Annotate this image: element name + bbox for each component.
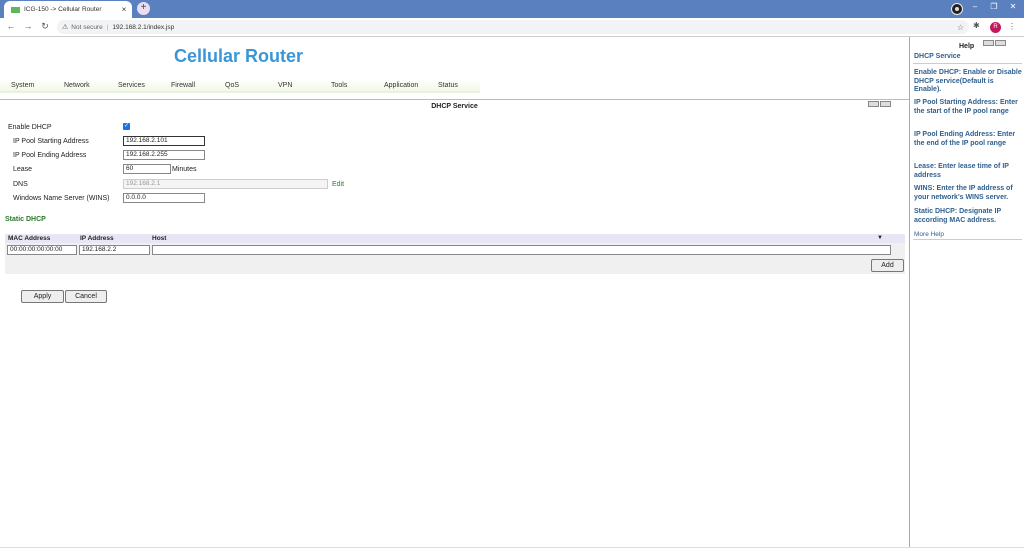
static-mac-input[interactable]: 00:00:00:00:00:00: [7, 245, 77, 255]
omnibox-separator: |: [106, 23, 109, 31]
address-bar: ← → ↻ ⚠ Not secure | 192.168.2.1/index.j…: [0, 18, 1024, 37]
help-title: Help: [959, 43, 975, 50]
close-window-icon[interactable]: ✕: [1004, 2, 1022, 11]
url-omnibox[interactable]: ⚠ Not secure | 192.168.2.1/index.jsp ☆: [57, 20, 969, 34]
content-divider: [0, 99, 909, 100]
help-item-wins: WINS: Enter the IP address of your netwo…: [914, 185, 1013, 201]
new-tab-button[interactable]: +: [137, 2, 150, 15]
th-host: Host: [152, 235, 167, 242]
bookmark-star-icon[interactable]: ☆: [957, 23, 964, 32]
tab-title: ICG-150 -> Cellular Router: [24, 6, 102, 13]
static-dhcp-title: Static DHCP: [5, 216, 46, 223]
enable-dhcp-checkbox[interactable]: ✓: [123, 123, 130, 130]
pool-start-label: IP Pool Starting Address: [13, 138, 89, 145]
panel-minimize-icon[interactable]: [868, 101, 879, 107]
window-bottom-edge: [0, 547, 1024, 554]
menu-firewall[interactable]: Firewall: [171, 82, 195, 89]
browser-tab[interactable]: ICG-150 -> Cellular Router ×: [4, 1, 132, 18]
panel-maximize-icon[interactable]: [880, 101, 891, 107]
wins-label: Windows Name Server (WINS): [13, 195, 110, 202]
apply-button[interactable]: Apply: [21, 290, 64, 303]
router-page: Cellular Router System Network Services …: [0, 37, 909, 547]
help-item-lease: Lease: Enter lease time of IP address: [914, 163, 1009, 179]
lease-input[interactable]: 60: [123, 164, 171, 174]
router-favicon-icon: [11, 6, 20, 13]
th-ip: IP Address: [80, 235, 114, 242]
back-icon[interactable]: ←: [5, 21, 17, 31]
add-button[interactable]: Add: [871, 259, 904, 272]
menu-services[interactable]: Services: [118, 82, 145, 89]
help-separator-bottom: [913, 239, 1022, 240]
help-separator: [913, 63, 1022, 64]
menu-application[interactable]: Application: [384, 82, 418, 89]
pool-end-label: IP Pool Ending Address: [13, 152, 87, 159]
pool-start-input[interactable]: 192.168.2.101: [123, 136, 205, 146]
profile-icon[interactable]: [951, 3, 963, 15]
menu-vpn[interactable]: VPN: [278, 82, 292, 89]
section-title: DHCP Service: [431, 103, 478, 110]
more-help-link[interactable]: More Help: [914, 231, 944, 238]
forward-icon[interactable]: →: [22, 21, 34, 31]
menu-tools[interactable]: Tools: [331, 82, 347, 89]
lease-unit: Minutes: [172, 166, 197, 173]
browser-tab-bar: ICG-150 -> Cellular Router × + – ❐ ✕: [0, 0, 1024, 18]
dns-label: DNS: [13, 181, 28, 188]
restore-icon[interactable]: ❐: [985, 2, 1003, 11]
help-subtitle: DHCP Service: [914, 53, 961, 60]
help-minimize-icon[interactable]: [983, 40, 994, 46]
th-mac: MAC Address: [8, 235, 51, 242]
help-item-enable: Enable DHCP: Enable or Disable DHCP serv…: [914, 69, 1022, 93]
not-secure-label: Not secure: [71, 23, 103, 31]
help-item-pool-end: IP Pool Ending Address: Enter the end of…: [914, 131, 1016, 147]
menu-network[interactable]: Network: [64, 82, 90, 89]
menu-system[interactable]: System: [11, 82, 34, 89]
reload-icon[interactable]: ↻: [39, 21, 51, 32]
static-host-input[interactable]: [152, 245, 891, 255]
static-ip-input[interactable]: 192.168.2.2: [79, 245, 150, 255]
help-panel: Help DHCP Service Enable DHCP: Enable or…: [909, 37, 1024, 547]
lease-label: Lease: [13, 166, 33, 173]
sort-icon[interactable]: ▼: [877, 235, 883, 241]
help-maximize-icon[interactable]: [995, 40, 1006, 46]
dns-edit-link[interactable]: Edit: [332, 181, 344, 188]
pool-end-input[interactable]: 192.168.2.255: [123, 150, 205, 160]
panel-controls: [868, 101, 891, 107]
menu-status[interactable]: Status: [438, 82, 458, 89]
table-header: MAC Address IP Address Host ▼: [5, 234, 905, 243]
help-item-pool-start: IP Pool Starting Address: Enter the star…: [914, 99, 1018, 115]
help-controls: [983, 40, 1006, 46]
warning-icon: ⚠: [62, 24, 69, 31]
tab-close-icon[interactable]: ×: [120, 5, 128, 14]
static-dhcp-table: MAC Address IP Address Host ▼ 00:00:00:0…: [5, 234, 905, 274]
extensions-puzzle-icon[interactable]: ✱: [973, 21, 980, 30]
menu-qos[interactable]: QoS: [225, 82, 239, 89]
dns-input: 192.168.2.1: [123, 179, 328, 189]
url-text: 192.168.2.1/index.jsp: [112, 23, 175, 31]
enable-dhcp-label: Enable DHCP: [8, 124, 52, 131]
account-avatar[interactable]: R: [990, 22, 1001, 33]
brand-title: Cellular Router: [174, 46, 304, 66]
main-menu: System Network Services Firewall QoS VPN…: [0, 79, 480, 93]
browser-menu-icon[interactable]: ⋮: [1008, 22, 1016, 31]
help-item-static: Static DHCP: Designate IP according MAC …: [914, 208, 1002, 224]
wins-input[interactable]: 0.0.0.0: [123, 193, 205, 203]
cancel-button[interactable]: Cancel: [65, 290, 107, 303]
minimize-icon[interactable]: –: [966, 2, 984, 11]
